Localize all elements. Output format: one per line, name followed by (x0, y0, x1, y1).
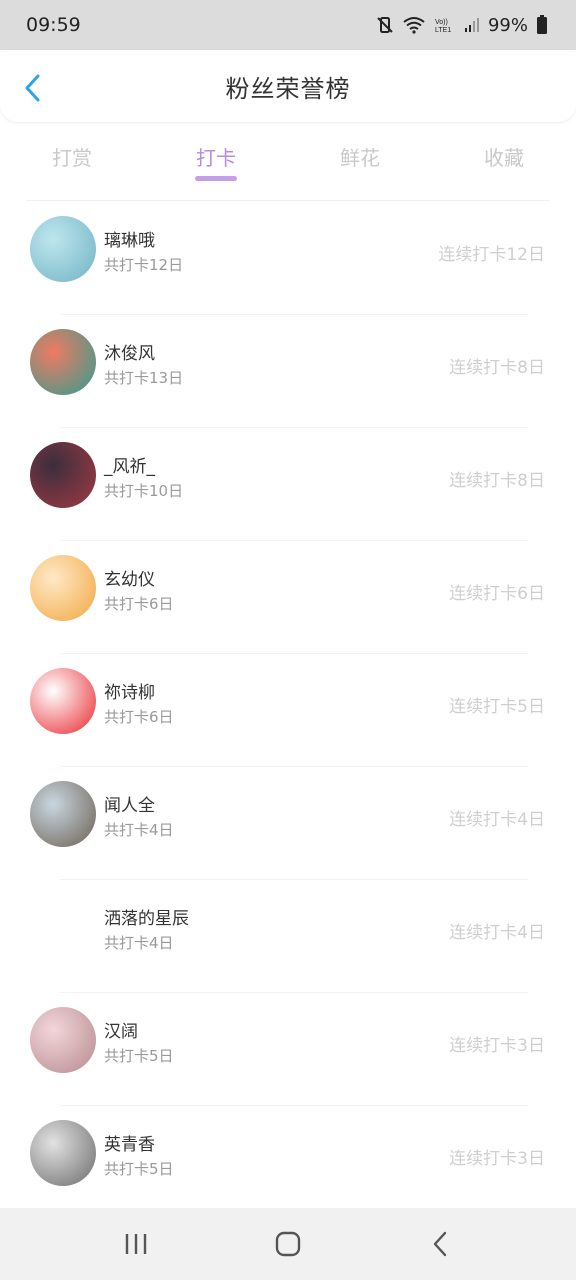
home-icon (275, 1231, 301, 1257)
list-item[interactable]: 英青香 共打卡5日 连续打卡3日 (0, 1106, 576, 1219)
total-checkin: 共打卡6日 (104, 708, 174, 726)
status-time: 09:59 (26, 14, 81, 36)
total-checkin: 共打卡4日 (104, 934, 174, 952)
status-icons: Vo)) LTE1 99% (376, 15, 548, 36)
avatar (30, 781, 96, 847)
tab-flowers[interactable]: 鲜花 (288, 130, 432, 186)
user-name: 璃琳哦 (104, 231, 155, 251)
total-checkin: 共打卡13日 (104, 369, 184, 387)
user-name: 沐俊风 (104, 344, 155, 364)
page-title: 粉丝荣誉榜 (225, 74, 351, 103)
fan-list: 璃琳哦 共打卡12日 连续打卡12日 沐俊风 共打卡13日 连续打卡8日 _风祈… (0, 202, 576, 1219)
avatar (30, 216, 96, 282)
avatar (30, 555, 96, 621)
nav-back-button[interactable] (410, 1214, 470, 1274)
svg-text:LTE1: LTE1 (435, 27, 451, 34)
battery-icon (537, 15, 547, 34)
recent-apps-icon (125, 1234, 147, 1254)
avatar (30, 329, 96, 395)
tab-checkin[interactable]: 打卡 (144, 130, 288, 186)
list-item[interactable]: 洒落的星辰 共打卡4日 连续打卡4日 (0, 880, 576, 993)
tab-reward[interactable]: 打赏 (0, 130, 144, 186)
list-item[interactable]: 玄幼仪 共打卡6日 连续打卡6日 (0, 541, 576, 654)
tabs-divider (26, 200, 550, 201)
tab-favorites[interactable]: 收藏 (432, 130, 576, 186)
total-checkin: 共打卡5日 (104, 1047, 174, 1065)
avatar (30, 442, 96, 508)
user-name: 玄幼仪 (104, 570, 155, 590)
mute-vibrate-icon (377, 17, 393, 33)
streak-checkin: 连续打卡12日 (438, 245, 545, 265)
list-item[interactable]: _风祈_ 共打卡10日 连续打卡8日 (0, 428, 576, 541)
streak-checkin: 连续打卡4日 (449, 810, 545, 830)
list-item[interactable]: 沐俊风 共打卡13日 连续打卡8日 (0, 315, 576, 428)
back-icon (433, 1231, 447, 1257)
avatar (30, 1007, 96, 1073)
total-checkin: 共打卡10日 (104, 482, 184, 500)
user-name: _风祈_ (104, 457, 155, 477)
tab-bar: 打赏 打卡 鲜花 收藏 (0, 130, 576, 186)
list-item[interactable]: 闻人全 共打卡4日 连续打卡4日 (0, 767, 576, 880)
total-checkin: 共打卡4日 (104, 821, 174, 839)
battery-percent: 99% (487, 14, 528, 36)
volte-icon: Vo)) LTE1 (435, 19, 451, 34)
avatar (30, 1120, 96, 1186)
user-name: 洒落的星辰 (104, 909, 189, 929)
user-name: 闻人全 (104, 796, 155, 816)
user-name: 汉阔 (104, 1022, 138, 1042)
user-name: 英青香 (104, 1135, 155, 1155)
recent-apps-button[interactable] (106, 1214, 166, 1274)
avatar (30, 668, 96, 734)
total-checkin: 共打卡5日 (104, 1160, 174, 1178)
streak-checkin: 连续打卡3日 (449, 1036, 545, 1056)
list-item[interactable]: 汉阔 共打卡5日 连续打卡3日 (0, 993, 576, 1106)
streak-checkin: 连续打卡4日 (449, 923, 545, 943)
streak-checkin: 连续打卡6日 (449, 584, 545, 604)
back-button[interactable] (16, 72, 48, 104)
streak-checkin: 连续打卡8日 (449, 471, 545, 491)
streak-checkin: 连续打卡5日 (449, 697, 545, 717)
streak-checkin: 连续打卡3日 (449, 1149, 545, 1169)
total-checkin: 共打卡12日 (104, 256, 184, 274)
status-bar: 09:59 Vo)) LTE1 99% (0, 0, 576, 50)
signal-icon (464, 18, 479, 32)
list-item[interactable]: 璃琳哦 共打卡12日 连续打卡12日 (0, 202, 576, 315)
chevron-left-icon (25, 74, 40, 102)
header: 粉丝荣誉榜 (0, 50, 576, 122)
list-item[interactable]: 祢诗柳 共打卡6日 连续打卡5日 (0, 654, 576, 767)
wifi-icon (403, 17, 425, 34)
system-nav-bar (0, 1208, 576, 1280)
total-checkin: 共打卡6日 (104, 595, 174, 613)
avatar (30, 894, 96, 960)
streak-checkin: 连续打卡8日 (449, 358, 545, 378)
home-button[interactable] (258, 1214, 318, 1274)
svg-text:Vo)): Vo)) (435, 19, 448, 26)
user-name: 祢诗柳 (104, 683, 155, 703)
